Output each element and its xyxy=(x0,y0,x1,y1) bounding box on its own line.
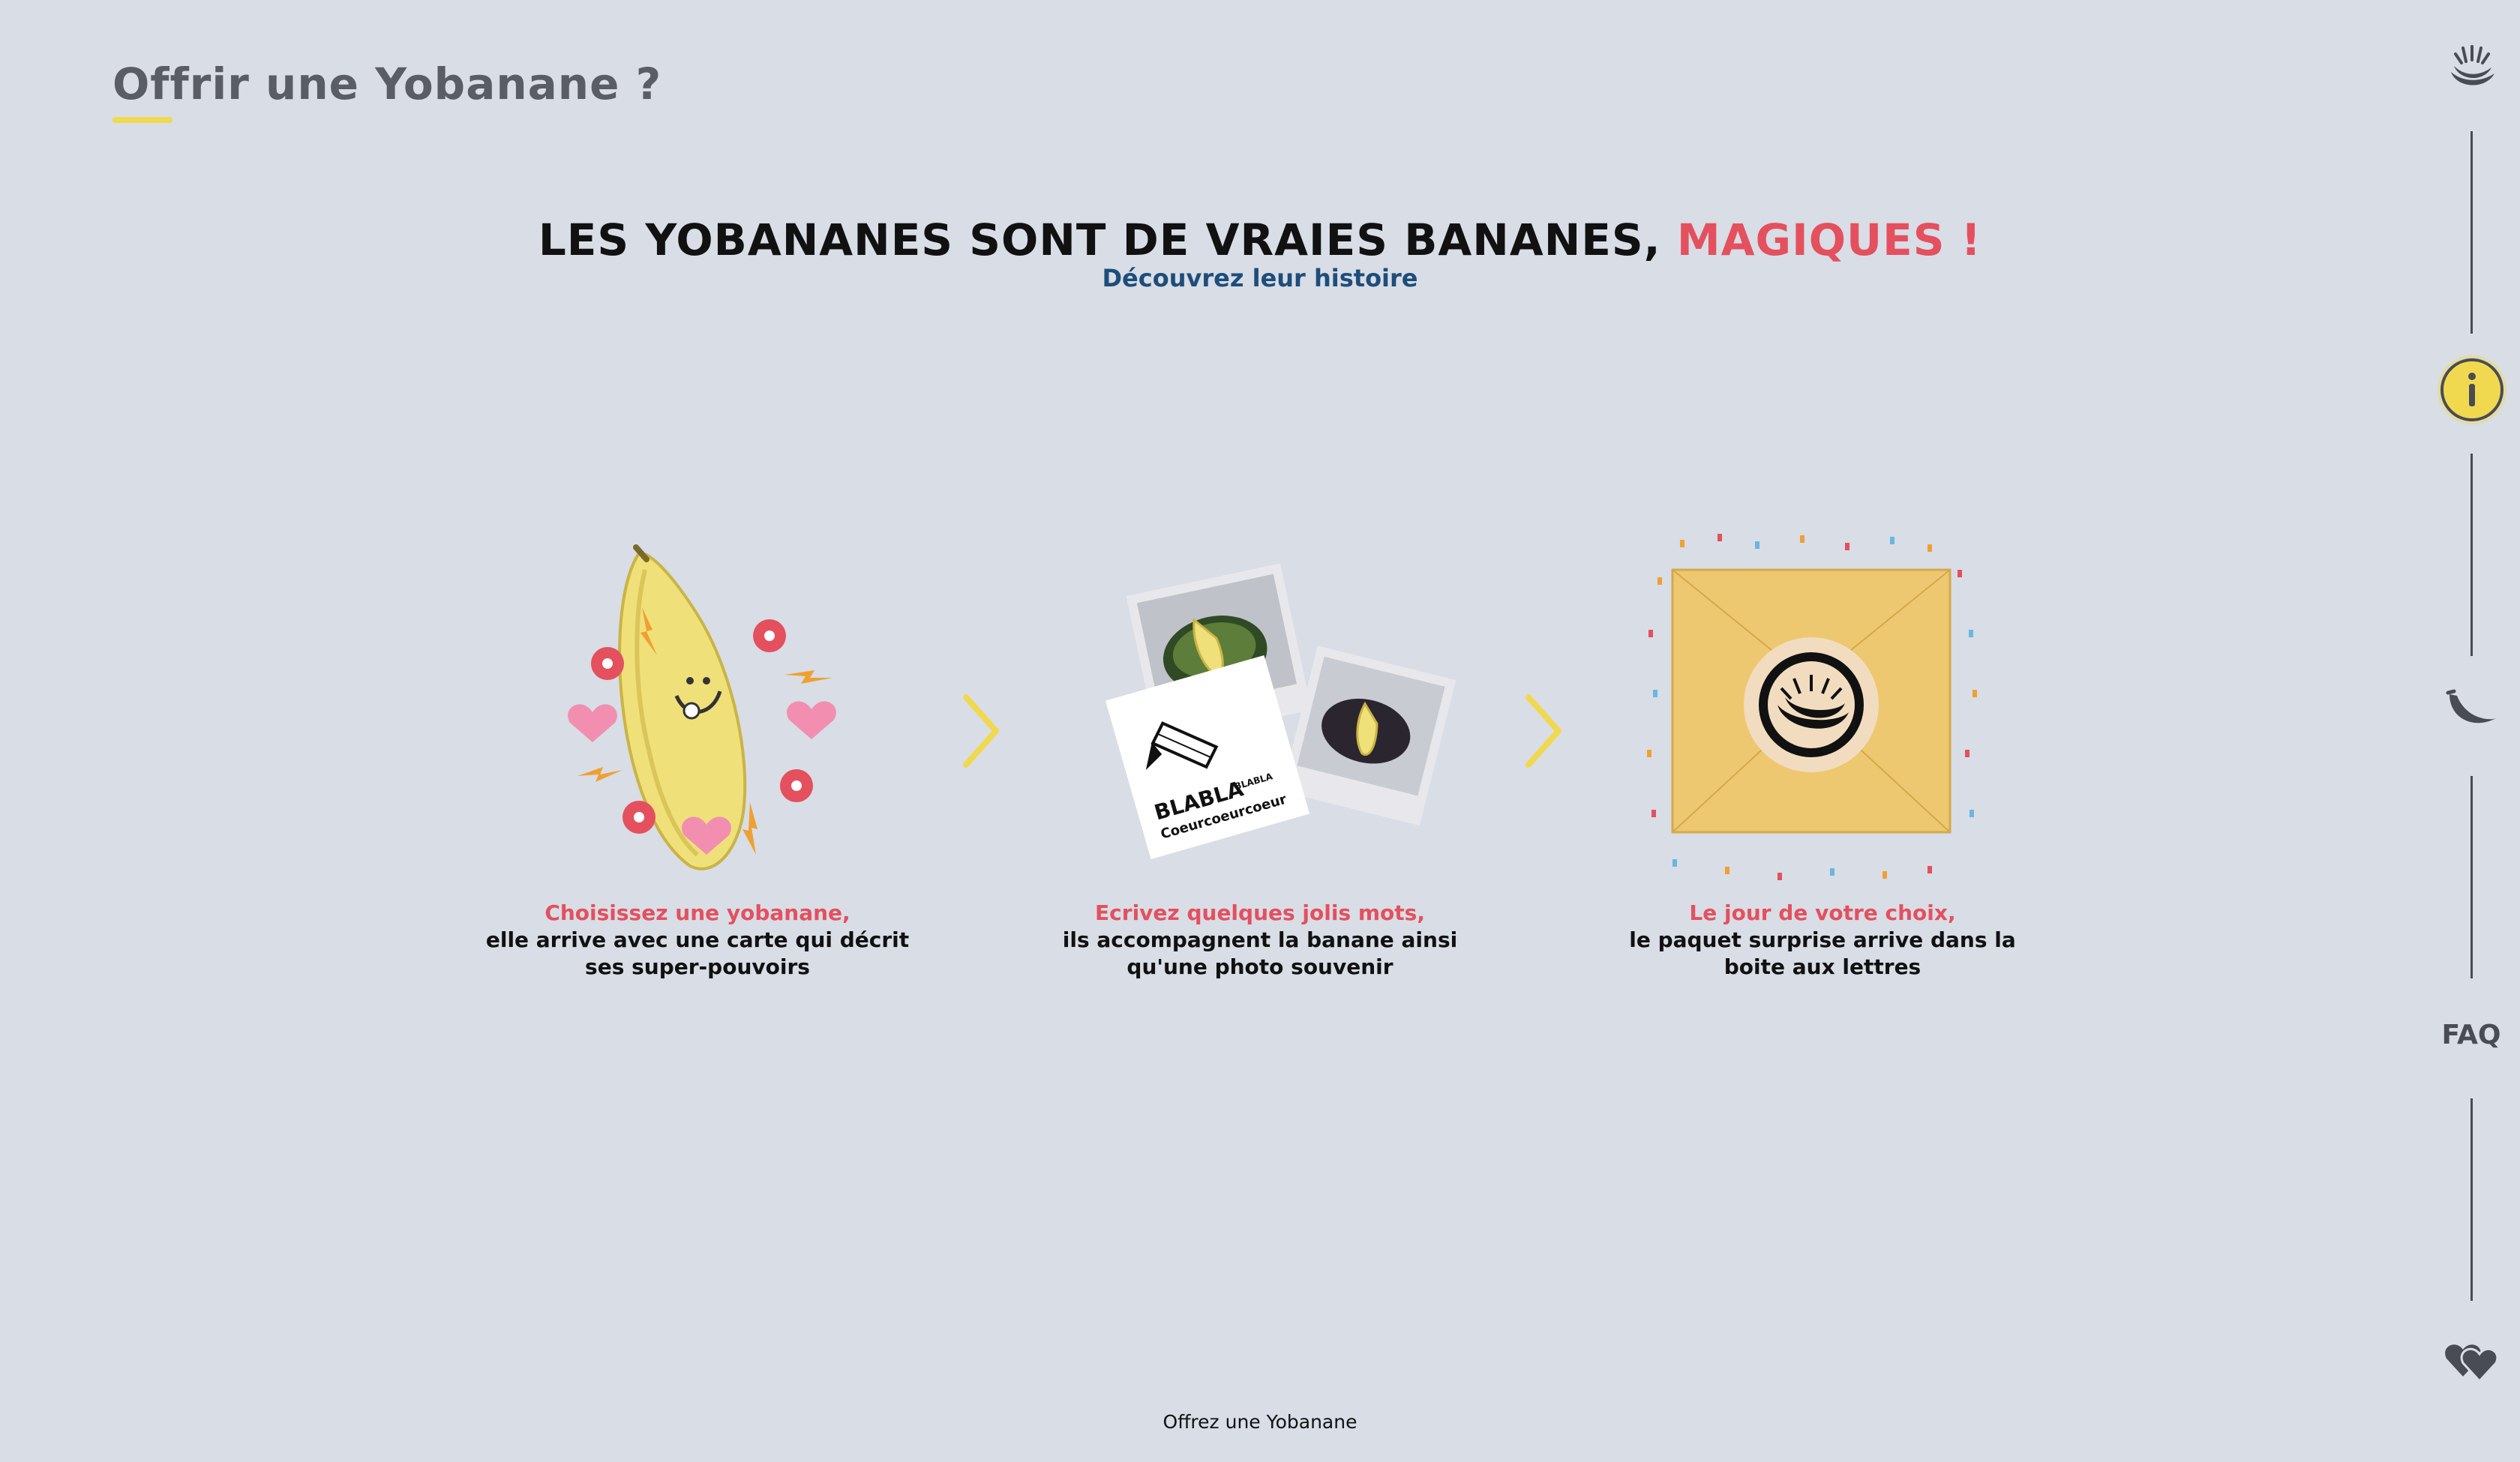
sidebar-divider xyxy=(2470,131,2473,334)
chevron-right-icon xyxy=(963,694,999,768)
step-delivery-text: Le jour de votre choix, le paquet surpri… xyxy=(1598,900,2048,981)
step-delivery: Le jour de votre choix, le paquet surpri… xyxy=(1598,525,2048,990)
step-choose-banana-highlight: Choisissez une yobanane, xyxy=(544,900,850,925)
card-and-photo-illustration: BLABLA BLABLA Coeurcoeurcoeur xyxy=(1105,563,1456,860)
banana-icon[interactable] xyxy=(2444,688,2500,733)
hero-headline-accent: MAGIQUES ! xyxy=(1676,214,1982,265)
hero-headline: LES YOBANANES SONT DE VRAIES BANANES, MA… xyxy=(0,214,2520,265)
step-write-message-line2: qu'une photo souvenir xyxy=(1126,954,1394,979)
step-write-message: BLABLA BLABLA Coeurcoeurcoeur Ecrivez qu… xyxy=(1035,525,1485,990)
footer-offer-link[interactable]: Offrez une Yobanane xyxy=(0,1411,2520,1433)
step-write-message-highlight: Ecrivez quelques jolis mots, xyxy=(1095,900,1425,925)
step-choose-banana-text: Choisissez une yobanane, elle arrive ave… xyxy=(472,900,922,981)
step-delivery-line2: boite aux lettres xyxy=(1724,954,1922,979)
sidebar-nav: FAQ xyxy=(2430,0,2512,1462)
step-write-message-text: Ecrivez quelques jolis mots, ils accompa… xyxy=(1035,900,1485,981)
sidebar-divider xyxy=(2470,454,2473,656)
sidebar-divider xyxy=(2470,776,2473,978)
gift-envelope-illustration xyxy=(1647,534,1977,880)
hero-headline-main: LES YOBANANES SONT DE VRAIES BANANES, xyxy=(538,214,1661,265)
banana-character-illustration xyxy=(568,544,836,870)
step-delivery-highlight: Le jour de votre choix, xyxy=(1689,900,1956,925)
discover-story-link[interactable]: Découvrez leur histoire xyxy=(0,264,2520,292)
page-title: Offrir une Yobanane ? xyxy=(112,58,662,109)
step-choose-banana-line1: elle arrive avec une carte qui décrit xyxy=(485,927,910,952)
info-icon[interactable] xyxy=(2436,354,2508,426)
step-write-message-line1: ils accompagnent la banane ainsi xyxy=(1062,927,1458,952)
sidebar-divider xyxy=(2470,1098,2473,1301)
step-choose-banana: Choisissez une yobanane, elle arrive ave… xyxy=(472,525,922,990)
step-choose-banana-line2: ses super-pouvoirs xyxy=(585,954,810,979)
banana-bunch-icon[interactable] xyxy=(2444,39,2500,96)
title-underline xyxy=(112,117,172,123)
step-delivery-line1: le paquet surprise arrive dans la xyxy=(1629,927,2016,952)
sidebar-faq-link[interactable]: FAQ xyxy=(2430,1020,2512,1050)
hearts-icon[interactable] xyxy=(2445,1341,2499,1386)
chevron-right-icon xyxy=(1526,694,1562,768)
